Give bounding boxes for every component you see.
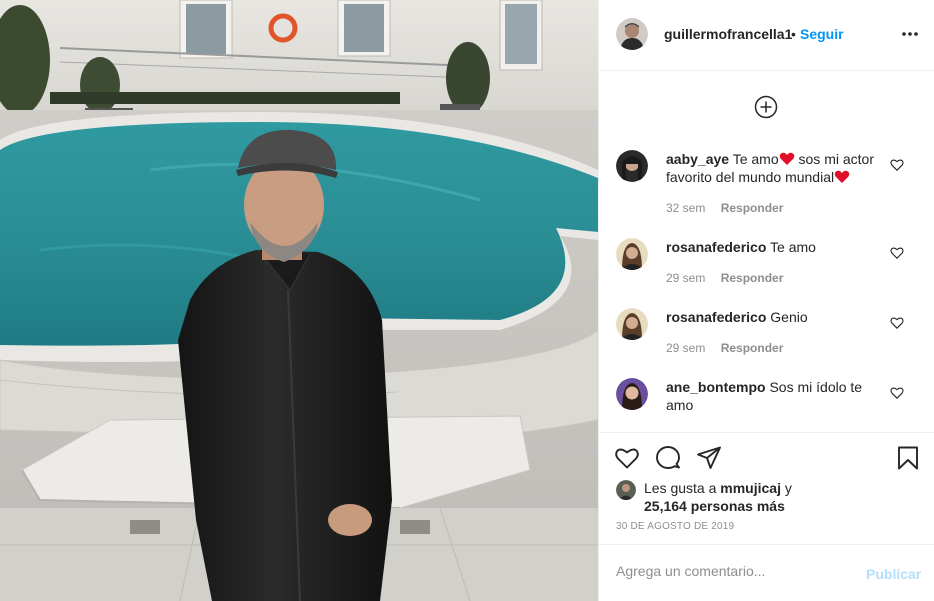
author-username[interactable]: guillermofrancella1 (664, 26, 792, 42)
comment-icon[interactable] (655, 445, 681, 471)
share-icon[interactable] (696, 445, 722, 471)
comment-text: rosanafederico Te amo (666, 238, 886, 256)
reply-button[interactable]: Responder (721, 201, 784, 215)
likes-prefix: Les gusta a (644, 480, 717, 496)
comment-item: aaby_aye Te amo sos mi actor favorito de… (616, 150, 926, 220)
header-separator: • (791, 26, 796, 42)
like-comment-heart-icon[interactable] (890, 316, 904, 330)
follow-button[interactable]: Seguir (800, 26, 844, 42)
commenter-avatar[interactable] (616, 238, 648, 270)
commenter-username[interactable]: aaby_aye (666, 151, 729, 167)
liker-username[interactable]: mmujicaj (720, 480, 781, 496)
post-image (0, 0, 598, 601)
red-heart-emoji-icon (779, 152, 794, 165)
comment-item: rosanafederico Te amo 29 sem Responder (616, 238, 926, 288)
commenter-username[interactable]: ane_bontempo (666, 379, 766, 395)
like-comment-heart-icon[interactable] (890, 246, 904, 260)
commenter-avatar[interactable] (616, 150, 648, 182)
reply-button[interactable]: Responder (721, 271, 784, 285)
comment-meta: 29 sem Responder (666, 341, 795, 355)
more-options-icon[interactable] (901, 24, 919, 44)
likes-conjunction: y (784, 480, 792, 496)
bookmark-icon[interactable] (895, 445, 921, 471)
comment-text: ane_bontempo Sos mi ídolo te amo (666, 378, 886, 414)
avatar-image (616, 238, 648, 270)
likes-text: Les gusta a mmujicaj y 25,164 personas m… (644, 479, 844, 515)
comment-meta: 29 sem Responder (666, 271, 795, 285)
commenter-avatar[interactable] (616, 378, 648, 410)
comment-meta: 32 sem Responder (666, 201, 795, 215)
like-comment-heart-icon[interactable] (890, 158, 904, 172)
post-date[interactable]: 30 DE AGOSTO DE 2019 (616, 521, 734, 532)
comment-text-part: Te amo (732, 151, 779, 167)
post-side-panel: guillermofrancella1 • Seguir aaby_aye Te… (598, 0, 934, 601)
heart-icon[interactable] (614, 445, 640, 471)
comment-content: Genio (770, 309, 808, 325)
comment-item: rosanafederico Genio 29 sem Responder (616, 308, 926, 358)
like-comment-heart-icon[interactable] (890, 386, 904, 400)
add-comment-bar: Publicar (599, 544, 934, 601)
avatar-image (616, 378, 648, 410)
red-heart-emoji-icon (834, 170, 850, 183)
comment-time: 32 sem (666, 201, 706, 215)
comment-time: 29 sem (666, 341, 706, 355)
commenter-username[interactable]: rosanafederico (666, 309, 766, 325)
avatar-image (616, 18, 648, 50)
likes-count[interactable]: 25,164 personas más (644, 498, 785, 514)
post-header: guillermofrancella1 • Seguir (599, 0, 934, 71)
avatar-image (616, 150, 648, 182)
author-avatar[interactable] (616, 18, 648, 50)
avatar-image (616, 480, 636, 500)
plus-circle-icon[interactable] (754, 95, 778, 119)
avatar-image (616, 308, 648, 340)
comment-input[interactable] (616, 563, 846, 579)
comment-text: aaby_aye Te amo sos mi actor favorito de… (666, 150, 886, 186)
publish-button[interactable]: Publicar (866, 566, 921, 582)
liker-avatar[interactable] (616, 480, 636, 500)
comment-content: Te amo (770, 239, 816, 255)
reply-button[interactable]: Responder (721, 341, 784, 355)
comment-item: ane_bontempo Sos mi ídolo te amo (616, 378, 926, 428)
commenter-username[interactable]: rosanafederico (666, 239, 766, 255)
post-photo[interactable] (0, 0, 598, 601)
commenter-avatar[interactable] (616, 308, 648, 340)
comment-text: rosanafederico Genio (666, 308, 886, 326)
comment-time: 29 sem (666, 271, 706, 285)
